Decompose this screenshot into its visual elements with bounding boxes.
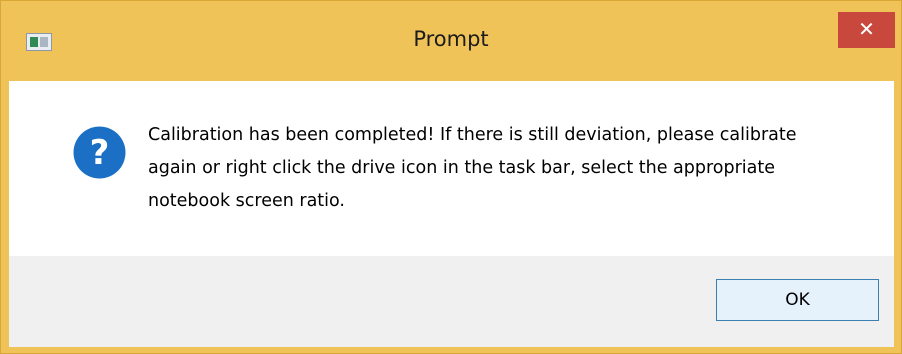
close-button[interactable]: ✕ <box>838 12 895 48</box>
question-icon: ? <box>73 126 126 179</box>
ok-button[interactable]: OK <box>716 279 879 321</box>
title-bar[interactable]: Prompt ✕ <box>1 1 901 81</box>
svg-text:?: ? <box>90 133 110 173</box>
close-icon: ✕ <box>858 17 875 41</box>
message-area: ? Calibration has been completed! If the… <box>9 81 894 256</box>
window-title: Prompt <box>413 27 489 51</box>
dialog-message: Calibration has been completed! If there… <box>148 125 797 211</box>
dialog-body: ? Calibration has been completed! If the… <box>9 81 894 347</box>
dialog-window: Prompt ✕ ? Calibration has been complete… <box>0 0 902 354</box>
ok-button-label: OK <box>785 290 810 310</box>
